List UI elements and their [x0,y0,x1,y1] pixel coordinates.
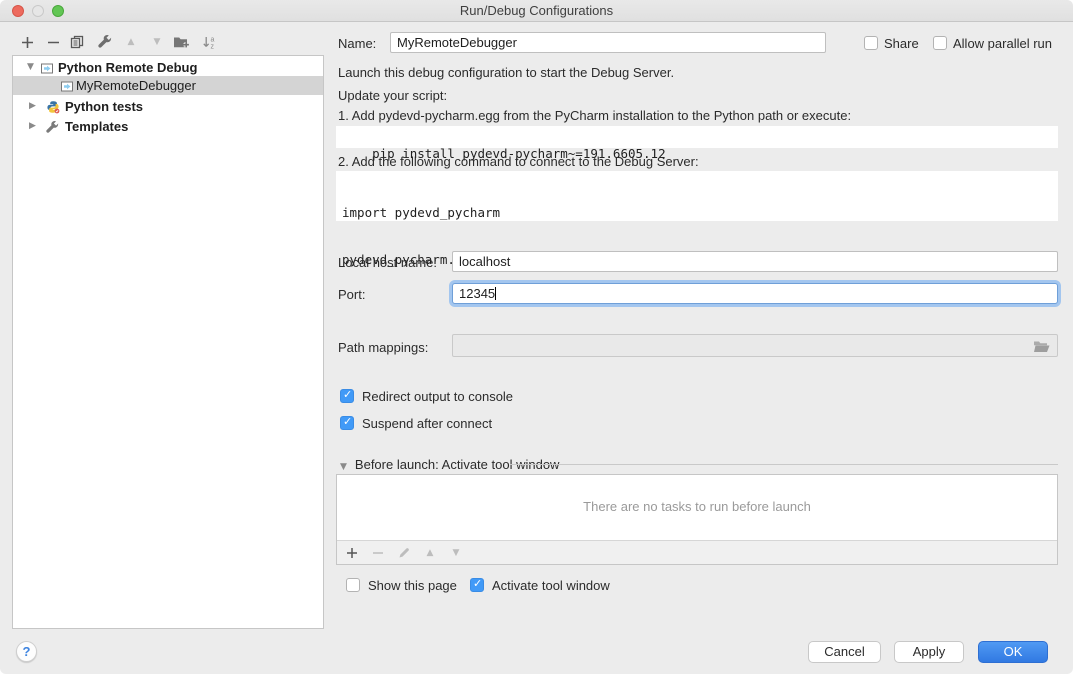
tree-item-label: MyRemoteDebugger [76,76,196,95]
edit-defaults-wrench-icon [98,35,112,49]
copy-icon [70,35,84,49]
tree-item-label: Python Remote Debug [58,58,197,77]
titlebar[interactable]: Run/Debug Configurations [0,0,1073,22]
apply-button[interactable]: Apply [894,641,964,663]
copy-configuration-button[interactable] [68,33,86,51]
update-script-text: Update your script: [338,88,447,103]
configurations-toolbar: ▲ ▼ az [12,30,324,54]
tree-item-label: Templates [65,117,128,136]
ok-button[interactable]: OK [978,641,1048,663]
activate-tool-window-label[interactable]: Activate tool window [492,578,610,593]
activate-tool-window-checkbox[interactable] [470,578,484,592]
local-host-input[interactable] [452,251,1058,272]
move-down-button[interactable]: ▼ [148,33,166,51]
text-caret [495,287,496,300]
wrench-icon [46,120,59,139]
new-folder-button[interactable] [172,33,190,51]
sort-configurations-button[interactable]: az [200,33,218,51]
move-up-icon: ▲ [427,548,434,558]
window-title: Run/Debug Configurations [0,3,1073,18]
redirect-output-label[interactable]: Redirect output to console [362,389,513,404]
add-icon [21,36,34,49]
configurations-tree[interactable]: ▼ Python Remote Debug MyRemoteDebugger ▶… [12,55,324,629]
name-label: Name: [338,36,376,51]
step2-text: 2. Add the following command to connect … [338,154,699,169]
pip-command-code[interactable]: pip install pydevd-pycharm~=191.6605.12 [336,126,1058,148]
help-button[interactable]: ? [16,641,37,662]
path-mappings-label: Path mappings: [338,340,428,355]
edit-pencil-icon [398,547,410,559]
code-line-import: import pydevd_pycharm [342,204,1052,221]
move-task-down-button[interactable]: ▼ [447,544,465,562]
tree-item-myremotedebugger[interactable]: MyRemoteDebugger [13,76,323,95]
tree-item-python-tests[interactable]: ▶ Python tests [13,97,323,116]
suspend-after-connect-label[interactable]: Suspend after connect [362,416,492,431]
share-label[interactable]: Share [884,36,919,51]
remove-configuration-button[interactable] [44,33,62,51]
add-icon [346,547,358,559]
edit-defaults-button[interactable] [96,33,114,51]
add-task-button[interactable] [343,544,361,562]
show-this-page-checkbox[interactable] [346,578,360,592]
show-this-page-label[interactable]: Show this page [368,578,457,593]
tree-item-python-remote-debug[interactable]: ▼ Python Remote Debug [13,58,323,77]
move-down-icon: ▼ [453,548,460,558]
share-checkbox[interactable] [864,36,878,50]
move-up-button[interactable]: ▲ [122,33,140,51]
tree-item-templates[interactable]: ▶ Templates [13,117,323,136]
tree-item-label: Python tests [65,97,143,116]
tasks-toolbar: ▲ ▼ [337,540,1057,564]
local-host-label: Local host name: [338,255,437,270]
section-divider [510,464,1058,465]
chevron-down-icon[interactable]: ▼ [340,462,347,472]
port-value: 12345 [459,286,495,301]
remove-icon [47,36,60,49]
remove-icon [372,547,384,559]
redirect-output-checkbox[interactable] [340,389,354,403]
chevron-right-icon[interactable]: ▶ [29,117,36,136]
chevron-down-icon[interactable]: ▼ [27,58,34,77]
move-task-up-button[interactable]: ▲ [421,544,439,562]
add-configuration-button[interactable] [18,33,36,51]
new-folder-icon [173,35,190,49]
sort-alphabetically-icon: az [202,35,217,49]
chevron-right-icon[interactable]: ▶ [29,97,36,116]
port-label: Port: [338,287,365,302]
port-input[interactable]: 12345 [452,283,1058,304]
settrace-code-block[interactable]: import pydevd_pycharm pydevd_pycharm.set… [336,171,1058,221]
cancel-button[interactable]: Cancel [808,641,881,663]
remove-task-button[interactable] [369,544,387,562]
path-mappings-input[interactable] [452,334,1058,357]
question-mark-icon: ? [23,644,31,659]
svg-text:a: a [210,37,214,44]
allow-parallel-run-label[interactable]: Allow parallel run [953,36,1052,51]
before-launch-tasks-panel[interactable]: There are no tasks to run before launch … [336,474,1058,565]
empty-tasks-message: There are no tasks to run before launch [337,499,1057,514]
edit-task-button[interactable] [395,544,413,562]
open-folder-icon[interactable] [1033,340,1051,353]
intro-text: Launch this debug configuration to start… [338,65,674,80]
move-up-icon: ▲ [128,37,135,47]
move-down-icon: ▼ [154,37,161,47]
remote-debug-icon [60,79,74,98]
svg-text:z: z [210,44,214,50]
allow-parallel-run-checkbox[interactable] [933,36,947,50]
step1-text: 1. Add pydevd-pycharm.egg from the PyCha… [338,108,851,123]
name-input[interactable] [390,32,826,53]
run-debug-configurations-dialog: Run/Debug Configurations ▲ ▼ az ▼ [0,0,1073,674]
suspend-after-connect-checkbox[interactable] [340,416,354,430]
